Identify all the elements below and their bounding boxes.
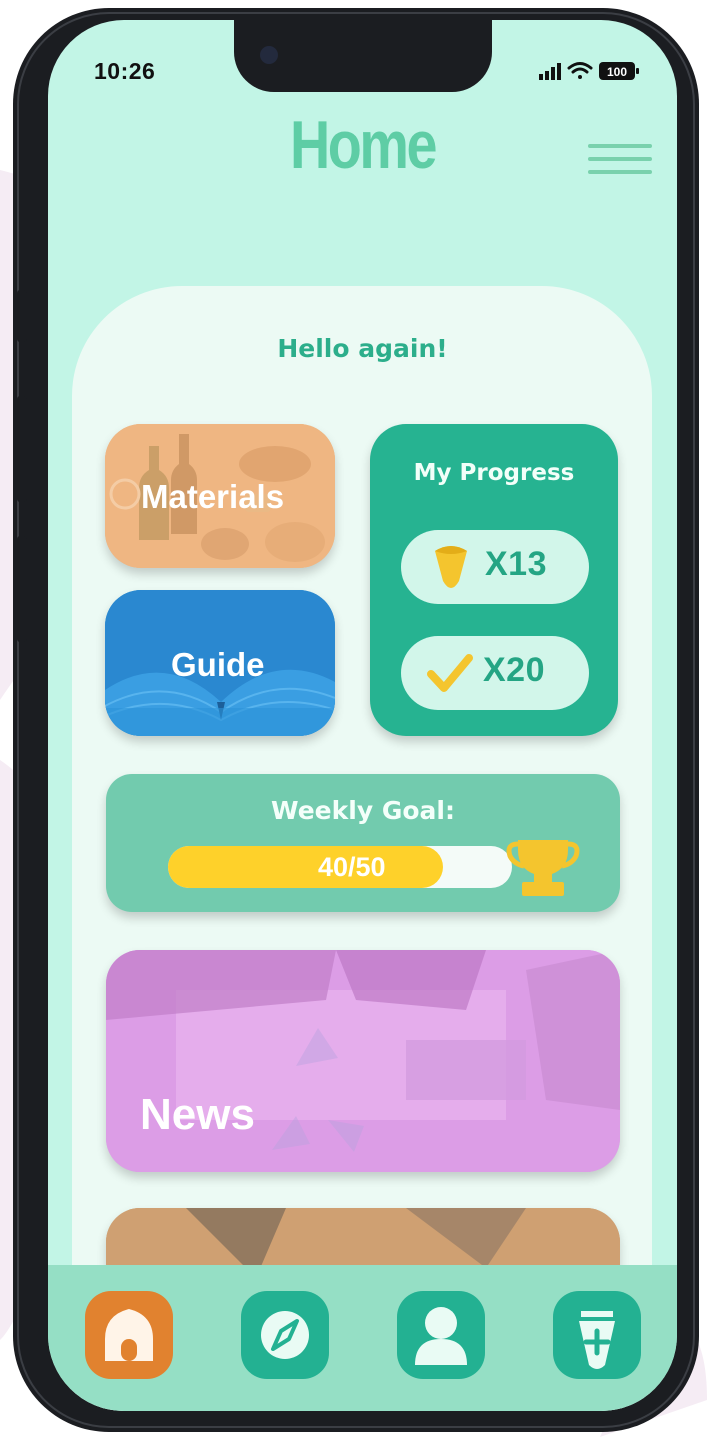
- cone-icon: [435, 546, 467, 588]
- cone-count: X13: [485, 545, 547, 583]
- app-screen: 10:26 100 Home Hello again! Materials Gu…: [48, 20, 677, 1411]
- weekly-goal-progress-bar: 40/50: [168, 846, 512, 888]
- tab-explore[interactable]: [241, 1291, 329, 1379]
- house-icon: [105, 1309, 153, 1361]
- progress-cone-pill: X13: [401, 530, 589, 604]
- guide-label: Guide: [171, 646, 265, 683]
- materials-label: Materials: [141, 478, 285, 515]
- wifi-icon: [567, 62, 593, 79]
- tab-home[interactable]: [85, 1291, 173, 1379]
- mute-switch: [17, 290, 27, 342]
- signal-icon: [539, 63, 561, 80]
- front-camera: [260, 46, 278, 64]
- bottom-tab-bar: [48, 1265, 677, 1411]
- volume-down-button: [17, 536, 27, 642]
- notch: [234, 20, 492, 92]
- trash-bin-icon: [579, 1311, 615, 1369]
- news-label: News: [140, 1090, 255, 1139]
- tab-profile[interactable]: [397, 1291, 485, 1379]
- news-card[interactable]: News: [106, 950, 620, 1172]
- progress-check-pill: X20: [401, 636, 589, 710]
- status-icons: 100: [539, 60, 651, 88]
- weekly-goal-progress-text: 40/50: [318, 852, 386, 882]
- weekly-goal-card[interactable]: Weekly Goal: 40/50: [106, 774, 620, 912]
- volume-up-button: [17, 396, 27, 502]
- status-time: 10:26: [94, 58, 156, 84]
- tab-bin[interactable]: [553, 1291, 641, 1379]
- compass-icon: [261, 1311, 309, 1359]
- hamburger-menu-icon[interactable]: [588, 144, 652, 180]
- my-progress-title: My Progress: [413, 460, 575, 486]
- user-icon: [415, 1307, 467, 1365]
- weekly-goal-progress-fill: [168, 846, 443, 888]
- battery-icon: 100: [599, 62, 639, 80]
- trophy-icon: [506, 840, 580, 896]
- battery-level: 100: [607, 65, 627, 79]
- materials-card[interactable]: Materials: [105, 424, 335, 568]
- guide-card[interactable]: Guide: [105, 590, 335, 736]
- greeting-text: Hello again!: [277, 334, 448, 363]
- checkmark-icon: [427, 654, 473, 692]
- weekly-goal-title: Weekly Goal:: [271, 796, 455, 825]
- my-progress-card[interactable]: My Progress X13 X20: [370, 424, 618, 736]
- check-count: X20: [483, 651, 545, 689]
- page-title: Home: [289, 107, 438, 183]
